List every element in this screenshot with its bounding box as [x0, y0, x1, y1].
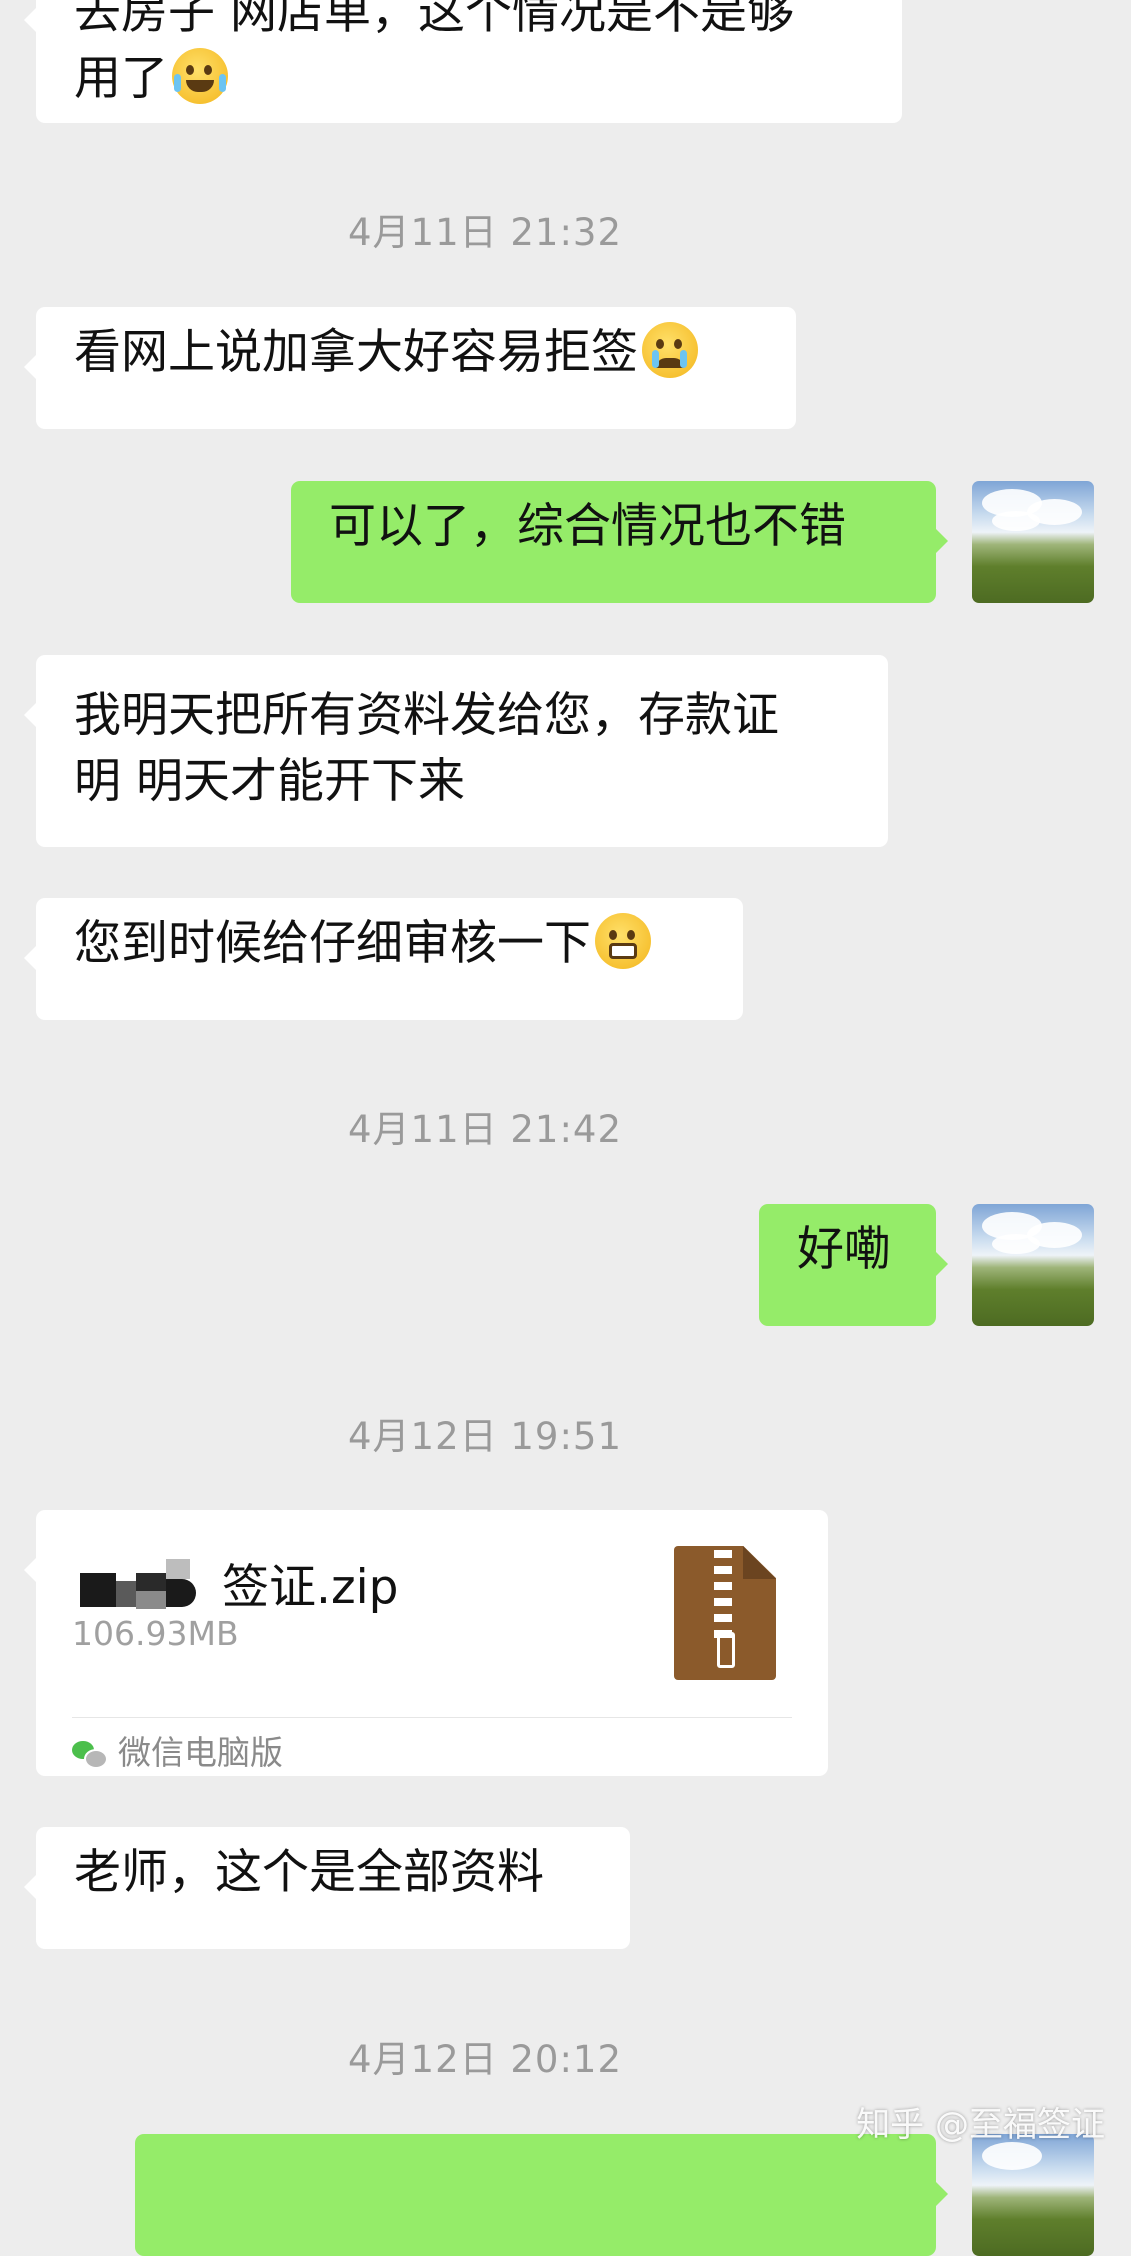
message-text: 去房子 网店单，这个情况是不是够: [74, 0, 794, 40]
divider: [72, 1717, 792, 1718]
message-bubble-outgoing[interactable]: 好嘞: [759, 1204, 948, 1326]
message-text: 可以了，综合情况也不错: [329, 499, 846, 554]
message-bubble-incoming[interactable]: 去房子 网店单，这个情况是不是够 用了: [24, 0, 902, 123]
message-bubble-incoming[interactable]: 老师，这个是全部资料: [24, 1827, 630, 1949]
user-avatar[interactable]: [972, 481, 1094, 603]
redacted-filename-icon: [72, 1555, 222, 1611]
timestamp: 4月12日 19:51: [347, 1415, 622, 1458]
file-size: 106.93MB: [72, 1614, 239, 1653]
crying-face-icon: [642, 322, 698, 378]
timestamp: 4月11日 21:42: [347, 1108, 622, 1151]
message-text: 好嘞: [797, 1222, 891, 1277]
file-source: 微信电脑版: [118, 1733, 283, 1772]
message-text: 老师，这个是全部资料: [74, 1845, 544, 1900]
message-bubble-incoming[interactable]: 看网上说加拿大好容易拒签: [24, 307, 796, 429]
user-avatar[interactable]: [972, 1204, 1094, 1326]
timestamp: 4月12日 20:12: [347, 2038, 622, 2081]
message-text: 看网上说加拿大好容易拒签: [74, 325, 638, 380]
message-bubble-incoming[interactable]: 我明天把所有资料发给您，存款证 明 明天才能开下来: [24, 655, 888, 847]
laughing-tears-emoji-icon: [172, 48, 228, 104]
message-bubble-outgoing[interactable]: 可以了，综合情况也不错: [291, 481, 948, 603]
file-message-card[interactable]: 签证.zip 106.93MB 微信电脑版: [24, 1510, 828, 1776]
message-bubble-incoming[interactable]: 您到时候给仔细审核一下: [24, 898, 743, 1020]
message-text: 您到时候给仔细审核一下: [74, 916, 591, 971]
message-text: 明 明天才能开下来: [74, 754, 465, 809]
timestamp: 4月11日 21:32: [347, 211, 622, 254]
grinning-face-icon: [595, 913, 651, 969]
wechat-icon: [72, 1741, 108, 1769]
message-text: 用了: [74, 51, 168, 106]
message-text: 我明天把所有资料发给您，存款证: [74, 688, 779, 743]
user-avatar[interactable]: [972, 2134, 1094, 2256]
file-name: 签证.zip: [222, 1560, 399, 1615]
watermark: 知乎 @至福签证: [856, 2105, 1105, 2145]
message-bubble-outgoing[interactable]: [135, 2134, 948, 2256]
